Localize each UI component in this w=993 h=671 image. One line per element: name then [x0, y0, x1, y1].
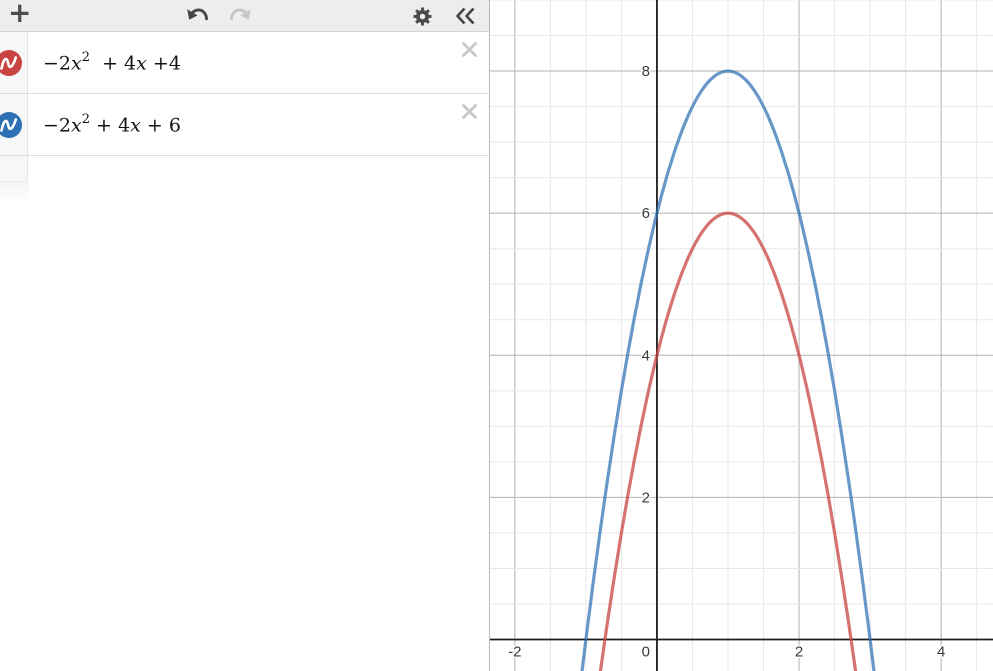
hide-curve-toggle-red[interactable]	[0, 50, 22, 76]
collapse-panel-button[interactable]	[452, 4, 479, 31]
new-expression-row[interactable]	[0, 156, 489, 182]
axis-tick-label: 0	[642, 644, 650, 661]
redo-arrow-icon	[228, 6, 252, 27]
double-chevron-left-icon	[454, 6, 477, 29]
close-icon	[461, 46, 478, 61]
curve-icon	[0, 50, 22, 76]
redo-button[interactable]	[226, 4, 254, 29]
undo-redo-group	[184, 4, 254, 29]
axis-tick-label: 8	[642, 63, 650, 80]
gutter-fade	[0, 182, 29, 204]
expression-gutter-2[interactable]	[0, 94, 28, 155]
axis-tick-label: 2	[795, 644, 803, 661]
expression-row-1: −2x2 + 4x +4	[0, 32, 489, 94]
expression-gutter-1[interactable]	[0, 32, 28, 93]
gear-icon	[413, 7, 432, 29]
expression-latex: −2x2 + 4x +4	[43, 51, 181, 74]
hide-curve-toggle-blue[interactable]	[0, 112, 22, 138]
curve--2x^2+4x+6[interactable]	[490, 71, 993, 671]
expression-panel: +	[0, 0, 490, 671]
undo-button[interactable]	[184, 4, 212, 29]
expression-list: −2x2 + 4x +4	[0, 32, 489, 204]
expression-input-1[interactable]: −2x2 + 4x +4	[29, 32, 489, 93]
add-expression-button[interactable]: +	[6, 0, 33, 29]
expression-row-2: −2x2 + 4x + 6	[0, 94, 489, 156]
delete-expression-2-button[interactable]	[461, 103, 478, 120]
axis-tick-label: 6	[642, 205, 650, 222]
axis-tick-label: 2	[642, 489, 650, 506]
curve--2x^2+4x+4[interactable]	[490, 213, 993, 671]
undo-arrow-icon	[186, 6, 210, 27]
expression-gutter-ghost	[0, 156, 28, 182]
expression-latex: −2x2 + 4x + 6	[43, 113, 181, 136]
curve-icon	[0, 112, 22, 138]
delete-expression-1-button[interactable]	[461, 41, 478, 58]
graph-canvas[interactable]: -2 2 4 2 4 6 8 0	[490, 0, 993, 671]
desmos-app: +	[0, 0, 993, 671]
graph-region: -2 2 4 2 4 6 8 0	[490, 0, 993, 671]
axis-tick-label: -2	[508, 644, 521, 661]
axis-tick-label: 4	[937, 644, 945, 661]
graph-settings-button[interactable]	[411, 4, 434, 31]
toolbar-right-group	[411, 4, 479, 31]
expression-input-2[interactable]: −2x2 + 4x + 6	[29, 94, 489, 155]
axis-tick-label: 4	[642, 347, 650, 364]
expression-toolbar: +	[0, 0, 489, 32]
close-icon	[461, 108, 478, 123]
